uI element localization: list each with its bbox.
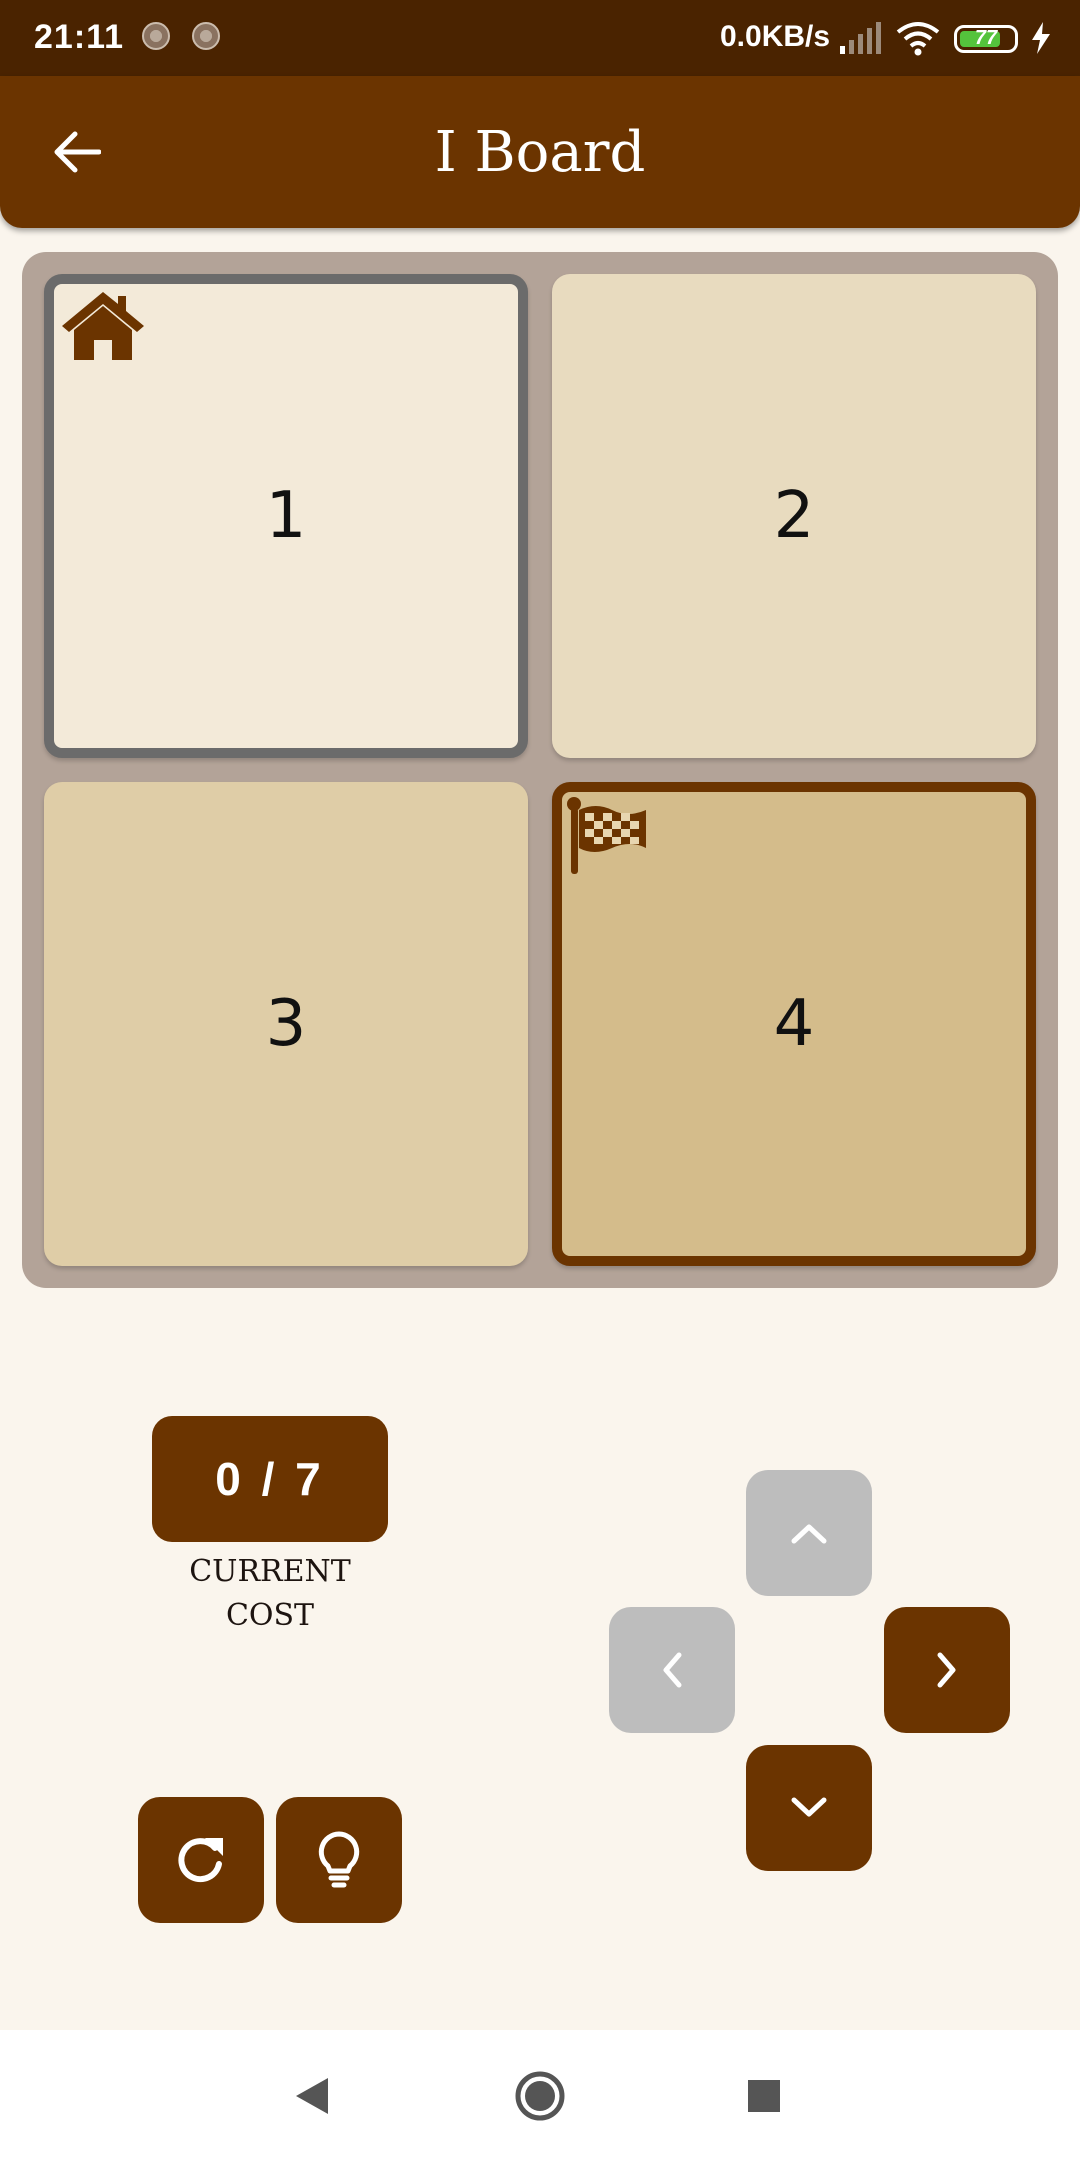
charging-bolt-icon xyxy=(1032,22,1050,54)
back-triangle-icon[interactable] xyxy=(294,2076,330,2116)
board-cell-1[interactable]: 1 xyxy=(44,274,528,758)
hint-button[interactable] xyxy=(276,1797,402,1923)
move-left-button[interactable] xyxy=(609,1607,735,1733)
cell-label: 1 xyxy=(265,479,307,553)
page-title: I Board xyxy=(434,120,646,185)
current-cost-label: CURRENT COST xyxy=(189,1554,351,1633)
board-cell-2[interactable]: 2 xyxy=(552,274,1036,758)
move-right-button[interactable] xyxy=(884,1607,1010,1733)
app-bar: I Board xyxy=(0,76,1080,228)
signal-icon xyxy=(840,22,881,54)
chevron-down-icon xyxy=(791,1797,827,1817)
battery-level: 77 xyxy=(974,27,998,49)
status-bar: 21:11 0.0KB/s 77 xyxy=(0,0,1080,76)
refresh-icon xyxy=(178,1838,223,1883)
chevron-right-icon xyxy=(937,1652,956,1688)
move-up-button[interactable] xyxy=(746,1470,872,1596)
board-cell-4[interactable]: 4 xyxy=(552,782,1036,1266)
battery-icon: 77 xyxy=(954,25,1018,53)
wifi-icon xyxy=(896,22,940,56)
notification-dot-icon xyxy=(142,22,170,50)
home-circle-icon[interactable] xyxy=(514,2070,566,2122)
board-grid: 1 2 3 4 xyxy=(22,252,1058,1288)
cell-label: 3 xyxy=(265,987,307,1061)
network-speed: 0.0KB/s xyxy=(720,20,831,53)
move-down-button[interactable] xyxy=(746,1745,872,1871)
reset-button[interactable] xyxy=(138,1797,264,1923)
chevron-up-icon xyxy=(791,1524,827,1544)
system-nav-bar xyxy=(0,2030,1080,2160)
recents-square-icon[interactable] xyxy=(746,2078,782,2114)
board-cell-3[interactable]: 3 xyxy=(44,782,528,1266)
chevron-left-icon xyxy=(663,1652,682,1688)
current-cost-value: 0 / 7 xyxy=(152,1416,388,1542)
status-time: 21:11 xyxy=(34,18,125,56)
cell-label: 2 xyxy=(773,479,815,553)
cell-label: 4 xyxy=(773,987,815,1061)
lightbulb-icon xyxy=(318,1831,360,1888)
notification-dot-icon xyxy=(192,22,220,50)
